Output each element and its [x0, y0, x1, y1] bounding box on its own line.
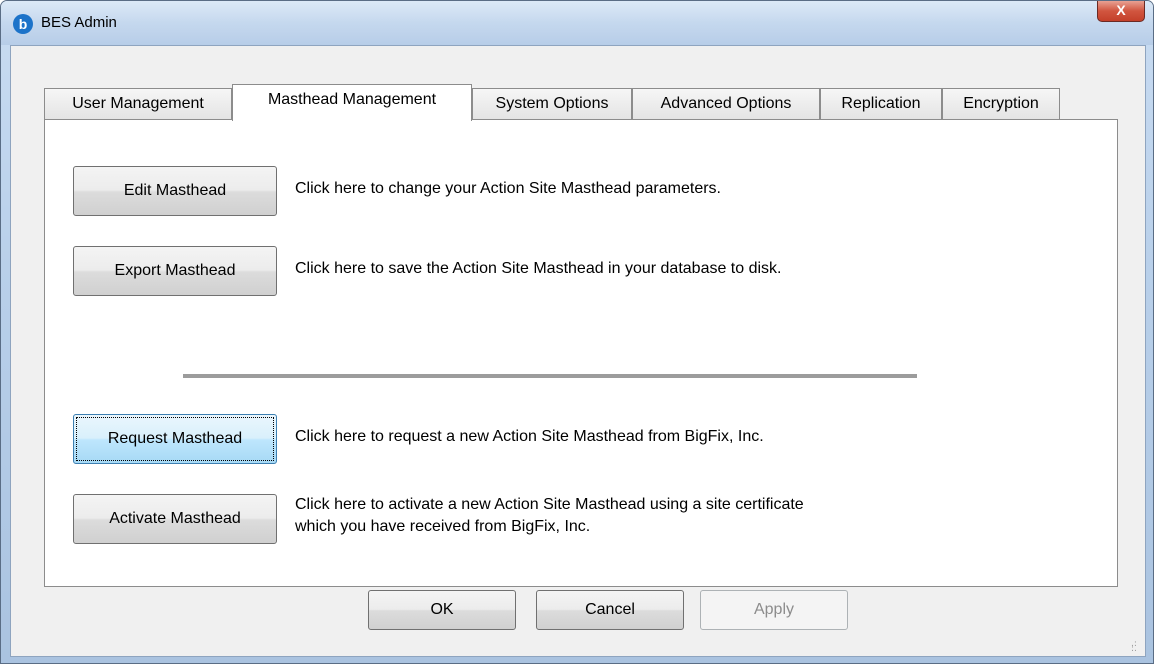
export-masthead-description: Click here to save the Action Site Masth… — [295, 260, 782, 277]
dialog-client-area: User Management Masthead Management Syst… — [10, 45, 1146, 657]
edit-masthead-description: Click here to change your Action Site Ma… — [295, 180, 721, 197]
close-button[interactable]: X — [1097, 1, 1145, 22]
masthead-management-panel: Edit Masthead Click here to change your … — [44, 119, 1118, 587]
resize-grip-icon[interactable]: .::. — [1131, 640, 1141, 654]
window-title: BES Admin — [41, 14, 117, 31]
tab-masthead-management[interactable]: Masthead Management — [232, 84, 472, 121]
tab-user-management[interactable]: User Management — [44, 88, 232, 119]
tab-replication[interactable]: Replication — [820, 88, 942, 119]
tab-encryption[interactable]: Encryption — [942, 88, 1060, 119]
activate-description-line-1: Click here to activate a new Action Site… — [295, 496, 804, 513]
ok-button[interactable]: OK — [368, 590, 516, 630]
activate-description-line-2: which you have received from BigFix, Inc… — [295, 518, 591, 535]
apply-button: Apply — [700, 590, 848, 630]
activate-masthead-description: Click here to activate a new Action Site… — [295, 494, 804, 538]
activate-masthead-button[interactable]: Activate Masthead — [73, 494, 277, 544]
request-masthead-description: Click here to request a new Action Site … — [295, 428, 764, 445]
request-masthead-button[interactable]: Request Masthead — [73, 414, 277, 464]
export-masthead-button[interactable]: Export Masthead — [73, 246, 277, 296]
section-divider — [183, 374, 917, 378]
tab-advanced-options[interactable]: Advanced Options — [632, 88, 820, 119]
edit-masthead-button[interactable]: Edit Masthead — [73, 166, 277, 216]
title-bar[interactable]: b BES Admin X — [1, 1, 1153, 45]
tab-system-options[interactable]: System Options — [472, 88, 632, 119]
bes-admin-window: b BES Admin X User Management Masthead M… — [0, 0, 1154, 664]
bigfix-app-icon: b — [13, 14, 33, 34]
cancel-button[interactable]: Cancel — [536, 590, 684, 630]
